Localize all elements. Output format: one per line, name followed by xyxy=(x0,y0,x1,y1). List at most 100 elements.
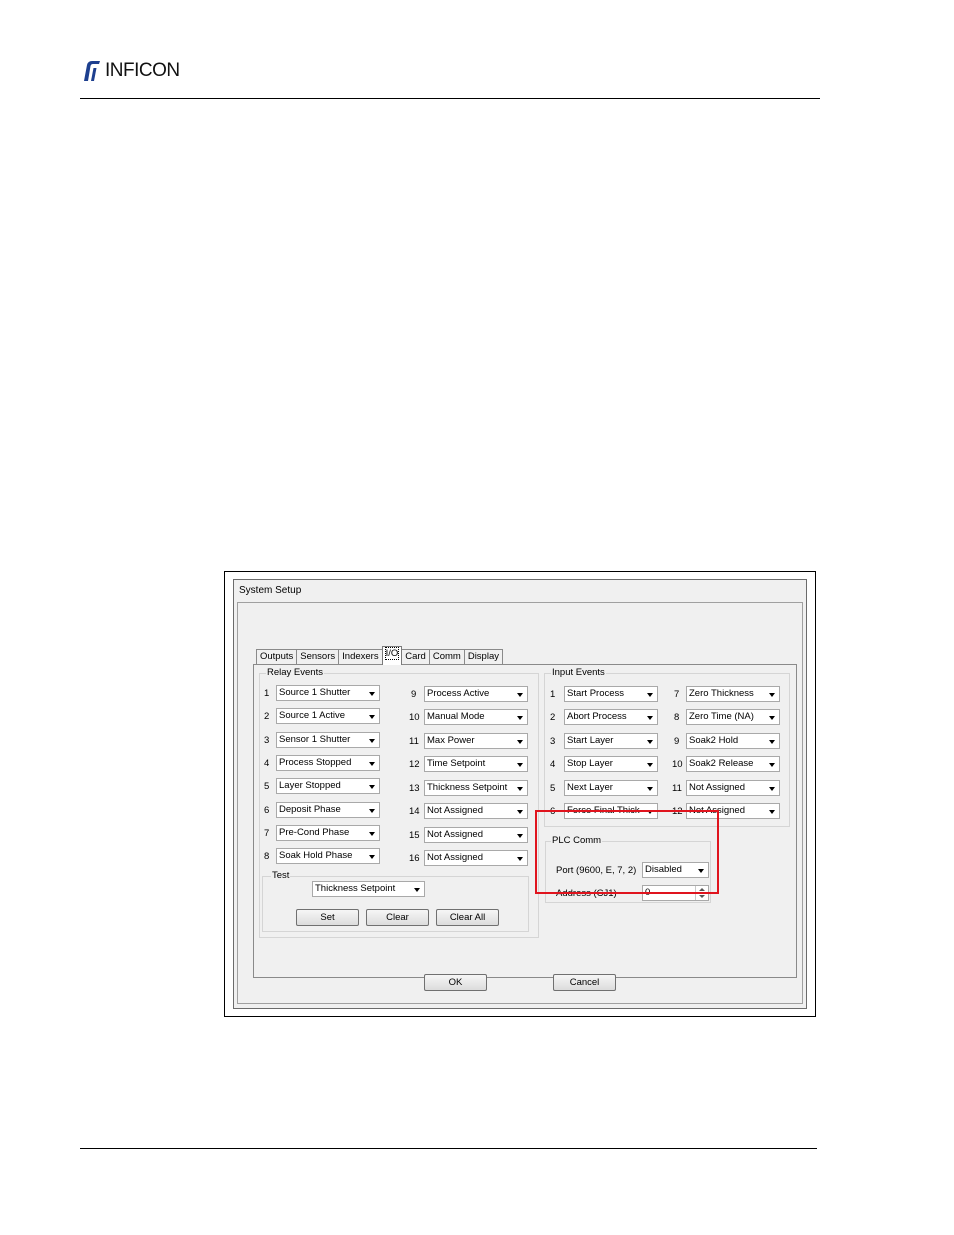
relay-15-select[interactable]: Not Assigned xyxy=(424,827,528,843)
tab-indexers[interactable]: Indexers xyxy=(338,649,383,664)
select-value: Abort Process xyxy=(567,711,627,722)
clear-all-button[interactable]: Clear All xyxy=(436,909,499,926)
clear-button[interactable]: Clear xyxy=(366,909,429,926)
tab-card[interactable]: Card xyxy=(401,649,430,664)
tab-strip: Outputs Sensors Indexers I/O Card Comm D… xyxy=(256,646,503,665)
test-event-select[interactable]: Thickness Setpoint xyxy=(312,881,425,897)
chevron-down-icon xyxy=(769,716,775,720)
relay-num: 12 xyxy=(409,759,420,770)
inficon-logo-icon xyxy=(84,61,100,81)
chevron-down-icon xyxy=(369,692,375,696)
relay-10-select[interactable]: Manual Mode xyxy=(424,709,528,725)
relay-13-select[interactable]: Thickness Setpoint xyxy=(424,780,528,796)
chevron-down-icon xyxy=(517,763,523,767)
chevron-down-icon xyxy=(647,763,653,767)
ok-button[interactable]: OK xyxy=(424,974,487,991)
relay-6-select[interactable]: Deposit Phase xyxy=(276,802,380,818)
relay-num: 4 xyxy=(264,758,270,769)
input-num: 5 xyxy=(550,783,556,794)
input-4-select[interactable]: Stop Layer xyxy=(564,756,658,772)
relay-2-select[interactable]: Source 1 Active xyxy=(276,708,380,724)
relay-8-select[interactable]: Soak Hold Phase xyxy=(276,848,380,864)
relay-num: 3 xyxy=(264,735,270,746)
relay-num: 5 xyxy=(264,781,270,792)
tab-label: Sensors xyxy=(300,651,336,662)
input-2-select[interactable]: Abort Process xyxy=(564,709,658,725)
relay-num: 15 xyxy=(409,830,420,841)
tab-sensors[interactable]: Sensors xyxy=(296,649,340,664)
dialog-title: System Setup xyxy=(239,585,302,596)
chevron-down-icon xyxy=(369,739,375,743)
input-7-select[interactable]: Zero Thickness xyxy=(686,686,780,702)
select-value: Deposit Phase xyxy=(279,804,341,815)
tab-label: Outputs xyxy=(260,651,294,662)
input-num: 3 xyxy=(550,736,556,747)
chevron-down-icon xyxy=(647,787,653,791)
relay-events-label: Relay Events xyxy=(266,667,324,678)
set-button[interactable]: Set xyxy=(296,909,359,926)
select-value: Max Power xyxy=(427,735,475,746)
chevron-down-icon xyxy=(769,787,775,791)
relay-num: 9 xyxy=(411,689,417,700)
select-value: Source 1 Active xyxy=(279,710,346,721)
relay-7-select[interactable]: Pre-Cond Phase xyxy=(276,825,380,841)
chevron-down-icon xyxy=(647,693,653,697)
chevron-down-icon xyxy=(647,716,653,720)
input-num: 4 xyxy=(550,759,556,770)
select-value: Process Stopped xyxy=(279,757,352,768)
relay-num: 1 xyxy=(264,688,270,699)
tab-outputs[interactable]: Outputs xyxy=(256,649,298,664)
select-value: Zero Thickness xyxy=(689,688,754,699)
input-num: 10 xyxy=(672,759,683,770)
relay-14-select[interactable]: Not Assigned xyxy=(424,803,528,819)
input-3-select[interactable]: Start Layer xyxy=(564,733,658,749)
relay-1-select[interactable]: Source 1 Shutter xyxy=(276,685,380,701)
select-value: Layer Stopped xyxy=(279,780,341,791)
input-8-select[interactable]: Zero Time (NA) xyxy=(686,709,780,725)
relay-11-select[interactable]: Max Power xyxy=(424,733,528,749)
chevron-down-icon xyxy=(769,740,775,744)
chevron-down-icon xyxy=(769,810,775,814)
chevron-down-icon xyxy=(414,888,420,892)
relay-9-select[interactable]: Process Active xyxy=(424,686,528,702)
select-value: Not Assigned xyxy=(427,805,483,816)
input-10-select[interactable]: Soak2 Release xyxy=(686,756,780,772)
chevron-down-icon xyxy=(517,834,523,838)
chevron-down-icon xyxy=(769,763,775,767)
relay-5-select[interactable]: Layer Stopped xyxy=(276,778,380,794)
input-num: 8 xyxy=(674,712,680,723)
input-9-select[interactable]: Soak2 Hold xyxy=(686,733,780,749)
input-1-select[interactable]: Start Process xyxy=(564,686,658,702)
tab-display[interactable]: Display xyxy=(463,649,503,664)
relay-num: 7 xyxy=(264,828,270,839)
relay-12-select[interactable]: Time Setpoint xyxy=(424,756,528,772)
tab-label: Indexers xyxy=(342,651,379,662)
chevron-down-icon xyxy=(769,693,775,697)
select-value: Soak Hold Phase xyxy=(279,850,353,861)
dialog-body: Outputs Sensors Indexers I/O Card Comm D… xyxy=(237,602,803,1004)
tab-label: Card xyxy=(405,651,426,662)
select-value: Soak2 Hold xyxy=(689,735,739,746)
relay-4-select[interactable]: Process Stopped xyxy=(276,755,380,771)
input-num: 7 xyxy=(674,689,680,700)
tab-io[interactable]: I/O xyxy=(381,646,403,665)
input-5-select[interactable]: Next Layer xyxy=(564,780,658,796)
tab-comm[interactable]: Comm xyxy=(428,649,465,664)
input-events-label: Input Events xyxy=(551,667,606,678)
header-rule xyxy=(80,98,820,99)
relay-16-select[interactable]: Not Assigned xyxy=(424,850,528,866)
chevron-down-icon xyxy=(369,855,375,859)
chevron-down-icon xyxy=(647,740,653,744)
relay-num: 13 xyxy=(409,783,420,794)
relay-num: 2 xyxy=(264,711,270,722)
cancel-button[interactable]: Cancel xyxy=(553,974,616,991)
select-value: Not Assigned xyxy=(689,782,745,793)
chevron-down-icon xyxy=(517,810,523,814)
chevron-down-icon xyxy=(369,832,375,836)
arrow-down-icon[interactable] xyxy=(699,895,705,898)
relay-3-select[interactable]: Sensor 1 Shutter xyxy=(276,732,380,748)
chevron-down-icon xyxy=(369,809,375,813)
system-setup-dialog: System Setup Outputs Sensors Indexers I/… xyxy=(233,579,807,1009)
select-value: Thickness Setpoint xyxy=(315,883,396,894)
input-11-select[interactable]: Not Assigned xyxy=(686,780,780,796)
